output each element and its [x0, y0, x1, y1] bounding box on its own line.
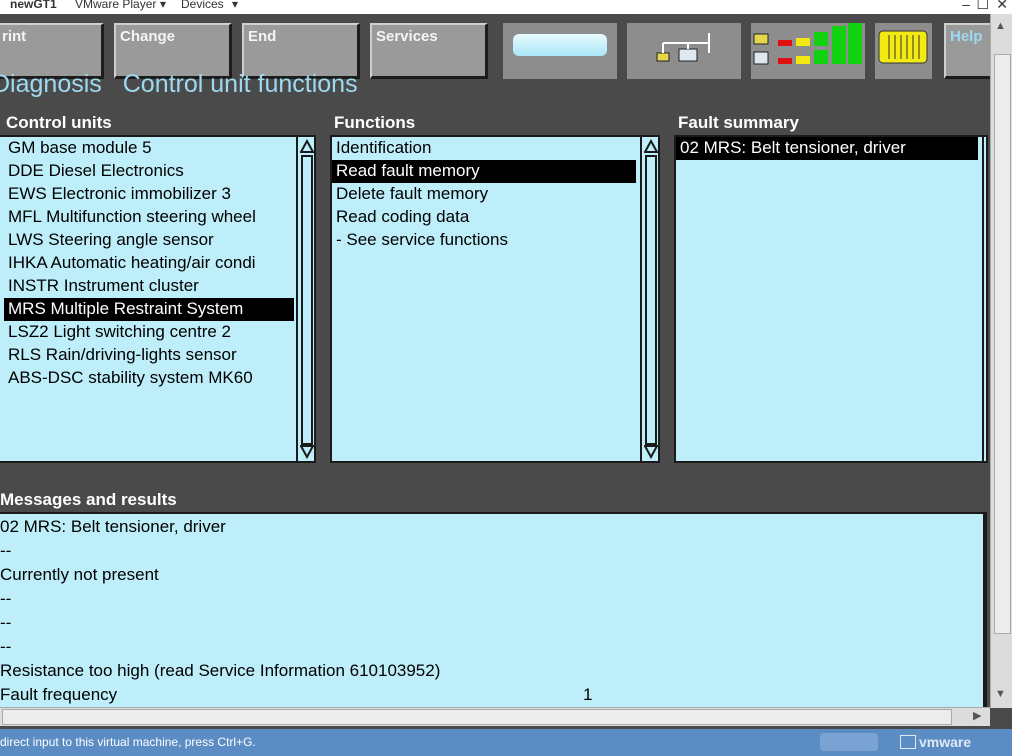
chevron-up-icon[interactable]: ▲ [995, 20, 1006, 32]
control-unit-item[interactable]: GM base module 5 [4, 137, 294, 160]
control-units-scrollbar[interactable] [296, 137, 314, 461]
scroll-down-arrow-icon[interactable] [644, 445, 658, 459]
message-line: -- [0, 587, 983, 611]
control-units-title: Control units [6, 113, 112, 132]
vertical-scrollbar[interactable]: ▲ ▼ [990, 14, 1012, 708]
functions-scrollbar[interactable] [640, 137, 658, 461]
function-item[interactable]: Identification [332, 137, 636, 160]
signal-status-panel [751, 22, 865, 79]
message-line: Resistance too high (read Service Inform… [0, 659, 983, 683]
chevron-right-icon[interactable]: ▶ [973, 709, 981, 722]
messages-scrollbar[interactable] [983, 514, 987, 710]
horizontal-scrollbar[interactable]: ▶ [0, 707, 990, 726]
message-line: -- [0, 539, 983, 563]
fault-summary-list[interactable]: 02 MRS: Belt tensioner, driver [674, 135, 988, 463]
scroll-thumb[interactable] [2, 709, 952, 725]
connector-status-panel [875, 23, 932, 79]
fault-summary-item[interactable]: 02 MRS: Belt tensioner, driver [676, 137, 978, 160]
functions-title: Functions [334, 113, 416, 132]
vmware-logo: vmware [919, 734, 972, 750]
battery-status-panel [503, 23, 617, 79]
cylinder-icon [513, 34, 607, 56]
services-button[interactable]: Services [370, 23, 488, 79]
message-text: 02 MRS: Belt tensioner, driver [0, 517, 226, 536]
status-text: direct input to this virtual machine, pr… [0, 735, 256, 749]
connector-icon [878, 30, 928, 64]
close-icon[interactable]: ✕ [996, 0, 1008, 13]
page-title: Diagnosis Control unit functions [0, 70, 358, 99]
message-text: -- [0, 613, 12, 632]
control-unit-item[interactable]: LSZ2 Light switching centre 2 [4, 321, 294, 344]
chevron-down-icon[interactable]: ▼ [995, 688, 1006, 700]
scroll-up-arrow-icon[interactable] [644, 139, 658, 153]
chevron-down-icon: ▾ [232, 0, 239, 11]
scroll-up-arrow-icon[interactable] [300, 139, 314, 153]
message-text: Resistance too high (read Service Inform… [0, 661, 441, 680]
control-unit-item[interactable]: IHKA Automatic heating/air condi [4, 252, 294, 275]
breadcrumb-diagnosis: Diagnosis [0, 70, 102, 98]
breadcrumb-control-unit-functions: Control unit functions [122, 70, 358, 98]
message-text: -- [0, 589, 12, 608]
message-line: -- [0, 635, 983, 659]
fault-summary-title: Fault summary [678, 113, 799, 132]
device-icons[interactable] [820, 733, 878, 751]
vm-menu-player[interactable]: VMware Player [75, 0, 156, 11]
maximize-icon[interactable]: ☐ [976, 0, 989, 13]
control-unit-item[interactable]: RLS Rain/driving-lights sensor [4, 344, 294, 367]
chevron-down-icon: ▾ [160, 0, 167, 11]
fullscreen-icon[interactable] [900, 735, 916, 749]
message-value: 1 [583, 685, 593, 704]
function-item[interactable]: Read fault memory [332, 160, 636, 183]
control-unit-item[interactable]: INSTR Instrument cluster [4, 275, 294, 298]
scroll-track[interactable] [301, 155, 313, 445]
function-item[interactable]: Delete fault memory [332, 183, 636, 206]
control-unit-item[interactable]: LWS Steering angle sensor [4, 229, 294, 252]
message-line: Fault frequency 1 [0, 683, 983, 707]
vm-menu-devices[interactable]: Devices [181, 0, 224, 11]
control-unit-item[interactable]: MRS Multiple Restraint System [4, 298, 294, 321]
messages-title: Messages and results [0, 490, 177, 509]
message-text: Currently not present [0, 565, 159, 584]
control-unit-item[interactable]: DDE Diesel Electronics [4, 160, 294, 183]
toolbar: rint Change End Services Help [0, 14, 994, 79]
message-text: -- [0, 637, 12, 656]
function-item[interactable]: Read coding data [332, 206, 636, 229]
message-text: Fault frequency [0, 685, 118, 704]
control-units-list[interactable]: GM base module 5 DDE Diesel Electronics EW… [0, 135, 316, 463]
network-icon [656, 33, 710, 62]
scroll-thumb[interactable] [994, 54, 1011, 634]
functions-list[interactable]: Identification Read fault memory Delete fa… [330, 135, 660, 463]
vmware-menubar: newGT1 VMware Player ▾ Devices ▾ – ☐ ✕ [0, 0, 1012, 14]
vm-title: newGT1 [10, 0, 57, 11]
scroll-track[interactable] [645, 155, 657, 445]
control-unit-item[interactable]: MFL Multifunction steering wheel [4, 206, 294, 229]
minimize-icon[interactable]: – [962, 0, 970, 12]
message-line: -- [0, 611, 983, 635]
message-text: -- [0, 541, 12, 560]
control-unit-item[interactable]: EWS Electronic immobilizer 3 [4, 183, 294, 206]
function-item[interactable]: - See service functions [332, 229, 636, 252]
message-line: Currently not present [0, 563, 983, 587]
network-status-panel [627, 23, 741, 79]
messages-panel: 02 MRS: Belt tensioner, driver -- Currentl… [0, 512, 987, 710]
scroll-down-arrow-icon[interactable] [300, 445, 314, 459]
fault-summary-scrollbar[interactable] [982, 137, 986, 461]
control-unit-item[interactable]: ABS-DSC stability system MK60 [4, 367, 294, 390]
help-button[interactable]: Help [944, 23, 994, 79]
signal-bars-icon [753, 22, 862, 65]
message-line: 02 MRS: Belt tensioner, driver [0, 515, 983, 539]
